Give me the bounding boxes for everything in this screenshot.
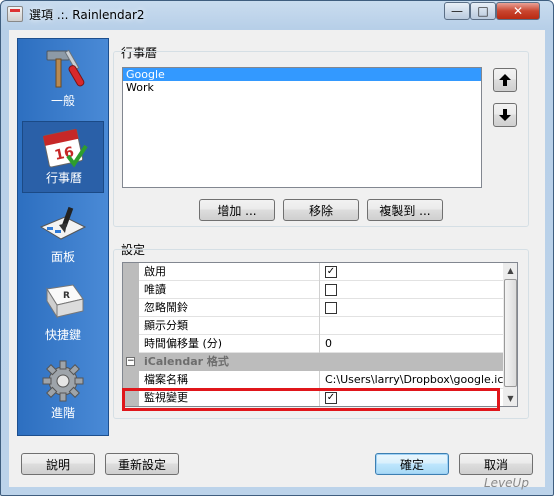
sidebar: 一般 16 行事曆 面板 R 快捷鍵 進階 bbox=[17, 38, 109, 436]
highlight-annotation-box bbox=[122, 388, 500, 411]
skin-brush-icon bbox=[39, 206, 87, 240]
maximize-button[interactable]: □ bbox=[470, 2, 496, 20]
calendar-list[interactable]: Google Work bbox=[122, 67, 482, 188]
enabled-checkbox[interactable]: ✓ bbox=[325, 266, 337, 278]
vertical-scrollbar[interactable]: ▲ ▼ bbox=[503, 263, 517, 406]
gear-icon bbox=[42, 360, 84, 402]
row-margin bbox=[123, 299, 139, 317]
ignore-alarms-checkbox[interactable] bbox=[325, 302, 337, 314]
sidebar-label-skins: 面板 bbox=[50, 250, 75, 264]
arrow-up-icon bbox=[499, 74, 511, 86]
collapse-toggle[interactable]: − bbox=[126, 357, 135, 366]
property-row-readonly[interactable]: 唯讀 bbox=[123, 281, 503, 299]
remove-calendar-button[interactable]: 移除 bbox=[283, 199, 359, 221]
sidebar-item-general[interactable]: 一般 bbox=[22, 43, 104, 115]
property-row-ignore-alarms[interactable]: 忽略鬧鈴 bbox=[123, 299, 503, 317]
help-button[interactable]: 說明 bbox=[21, 453, 95, 475]
row-margin bbox=[123, 317, 139, 335]
hammer-screwdriver-icon bbox=[46, 49, 85, 88]
sidebar-item-advanced[interactable]: 進階 bbox=[22, 355, 104, 427]
property-name: 忽略鬧鈴 bbox=[144, 299, 320, 317]
reset-button[interactable]: 重新設定 bbox=[105, 453, 179, 475]
property-category-icalendar[interactable]: − iCalendar 格式 bbox=[123, 353, 503, 371]
show-categories-value[interactable] bbox=[325, 317, 503, 335]
row-margin bbox=[123, 371, 139, 389]
property-name: 顯示分類 bbox=[144, 317, 320, 335]
move-down-button[interactable] bbox=[493, 103, 517, 127]
readonly-checkbox[interactable] bbox=[325, 284, 337, 296]
property-row-show-categories[interactable]: 顯示分類 bbox=[123, 317, 503, 335]
row-margin bbox=[123, 281, 139, 299]
sidebar-label-hotkeys: 快捷鍵 bbox=[44, 328, 81, 342]
sidebar-item-calendars[interactable]: 16 行事曆 bbox=[22, 121, 104, 193]
row-margin bbox=[123, 335, 139, 353]
cancel-button[interactable]: 取消 bbox=[459, 453, 533, 475]
filename-value[interactable]: C:\Users\larry\Dropbox\google.ics bbox=[325, 371, 503, 389]
property-row-filename[interactable]: 檔案名稱 C:\Users\larry\Dropbox\google.ics bbox=[123, 371, 503, 389]
ok-button[interactable]: 確定 bbox=[375, 453, 449, 475]
add-calendar-button[interactable]: 增加 ... bbox=[199, 199, 275, 221]
arrow-down-icon bbox=[499, 109, 511, 121]
calendar-list-item[interactable]: Google bbox=[123, 68, 481, 81]
sidebar-item-hotkeys[interactable]: R 快捷鍵 bbox=[22, 277, 104, 349]
property-name: 啟用 bbox=[144, 263, 320, 281]
svg-text:R: R bbox=[63, 291, 70, 301]
calendar-icon: 16 bbox=[42, 128, 88, 168]
dialog-client-area: 一般 16 行事曆 面板 R 快捷鍵 進階 行事曆 Google Work 增加… bbox=[9, 30, 545, 487]
sidebar-item-skins[interactable]: 面板 bbox=[22, 199, 104, 271]
time-offset-value[interactable]: 0 bbox=[325, 335, 503, 353]
property-name: 時間偏移量 (分) bbox=[144, 335, 320, 353]
watermark: LeveUp bbox=[484, 476, 529, 490]
settings-property-grid[interactable]: 啟用 ✓ 唯讀 忽略鬧鈴 顯示分類 時間偏移量 (分) 0 − iCalenda… bbox=[122, 262, 518, 407]
calendar-list-item[interactable]: Work bbox=[123, 81, 481, 94]
rainlendar-app-icon[interactable] bbox=[7, 6, 23, 22]
copy-to-button[interactable]: 複製到 ... bbox=[367, 199, 443, 221]
close-button[interactable]: ✕ bbox=[496, 2, 540, 20]
minimize-button[interactable]: — bbox=[444, 2, 470, 20]
keyboard-key-icon: R bbox=[46, 284, 84, 319]
scrollbar-thumb[interactable] bbox=[504, 279, 517, 387]
property-name: 檔案名稱 bbox=[144, 371, 320, 389]
window-title: 選項 .:. Rainlendar2 bbox=[29, 8, 145, 22]
sidebar-label-advanced: 進階 bbox=[50, 406, 75, 420]
options-window: 選項 .:. Rainlendar2 — □ ✕ 一般 16 行事曆 面板 R … bbox=[0, 0, 554, 496]
property-row-enabled[interactable]: 啟用 ✓ bbox=[123, 263, 503, 281]
sidebar-label-general: 一般 bbox=[50, 94, 75, 108]
category-label: iCalendar 格式 bbox=[144, 355, 229, 368]
property-row-time-offset[interactable]: 時間偏移量 (分) 0 bbox=[123, 335, 503, 353]
row-margin bbox=[123, 263, 139, 281]
title-bar[interactable]: 選項 .:. Rainlendar2 — □ ✕ bbox=[1, 1, 553, 27]
property-name: 唯讀 bbox=[144, 281, 320, 299]
move-up-button[interactable] bbox=[493, 68, 517, 92]
sidebar-label-calendars: 行事曆 bbox=[45, 171, 82, 185]
scroll-down-arrow-icon[interactable]: ▼ bbox=[503, 391, 517, 406]
scroll-up-arrow-icon[interactable]: ▲ bbox=[503, 263, 517, 278]
